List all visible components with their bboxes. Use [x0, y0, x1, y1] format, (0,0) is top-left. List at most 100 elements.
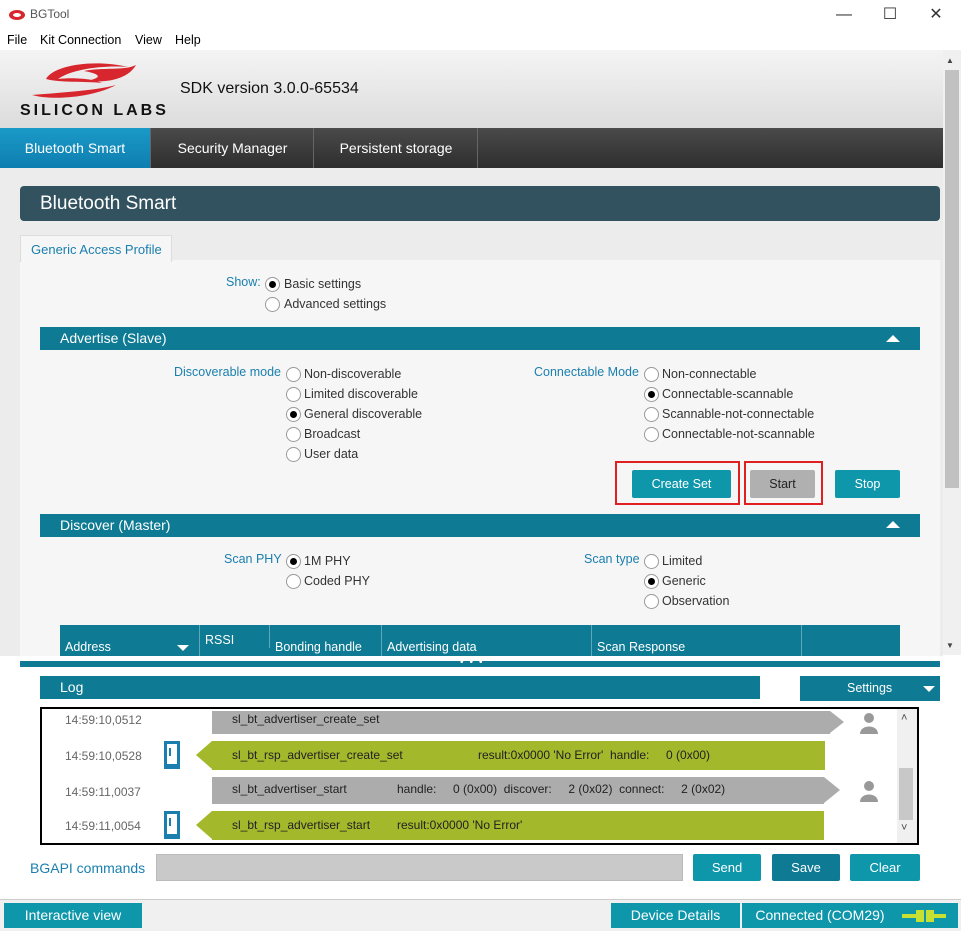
advertise-section-header[interactable]: Advertise (Slave) — [40, 327, 920, 350]
title-bar — [0, 0, 961, 30]
tab-generic-access-profile[interactable]: Generic Access Profile — [20, 235, 172, 262]
minimize-button[interactable]: — — [821, 0, 867, 30]
send-button[interactable]: Send — [693, 854, 761, 881]
radio-limited-discoverable[interactable] — [286, 387, 301, 402]
scroll-up-icon[interactable]: ▲ — [946, 56, 954, 65]
option-coded-phy: Coded PHY — [304, 574, 371, 588]
radio-user-data[interactable] — [286, 447, 301, 462]
column-advertising-data[interactable]: Advertising data — [382, 625, 592, 656]
gap-panel — [20, 260, 940, 656]
tab-persistent-storage[interactable]: Persistent storage — [315, 128, 478, 168]
log-scroll-down-icon[interactable]: ˅ — [901, 822, 907, 834]
close-button[interactable]: ✕ — [913, 0, 959, 30]
column-extra[interactable] — [802, 625, 900, 656]
tab-security-manager[interactable]: Security Manager — [152, 128, 314, 168]
menu-help[interactable]: Help — [175, 33, 201, 47]
connectable-mode-label: Connectable Mode — [534, 365, 639, 379]
log-scrollbar-thumb[interactable] — [899, 768, 913, 820]
option-advanced-settings: Advanced settings — [284, 297, 387, 311]
radio-coded-phy[interactable] — [286, 574, 301, 589]
radio-general-discoverable[interactable] — [286, 407, 301, 422]
log-response-params: result:0x0000 'No Error' handle: 0 (0x00… — [478, 748, 711, 762]
log-header: Log — [40, 676, 760, 699]
radio-1m-phy[interactable] — [286, 554, 301, 569]
log-command-name: sl_bt_advertiser_start — [232, 782, 347, 796]
logo-text: SILICON LABS — [20, 102, 169, 119]
column-rssi[interactable]: RSSI (dBm) — [200, 625, 270, 648]
bgapi-command-input[interactable] — [156, 854, 683, 881]
scrollbar-thumb[interactable] — [945, 70, 959, 488]
log-command-name: sl_bt_advertiser_create_set — [232, 712, 380, 726]
app-icon — [9, 10, 25, 20]
radio-basic-settings[interactable] — [265, 277, 280, 292]
arrow-left-icon — [196, 741, 212, 769]
log-response-name: sl_bt_rsp_advertiser_create_set — [232, 748, 403, 762]
tab-bluetooth-smart[interactable]: Bluetooth Smart — [0, 128, 151, 168]
arrow-left-icon — [196, 811, 212, 839]
radio-generic[interactable] — [644, 574, 659, 589]
option-non-discoverable: Non-discoverable — [304, 367, 402, 381]
show-label: Show: — [226, 275, 261, 289]
stop-button[interactable]: Stop — [835, 470, 900, 498]
log-timestamp: 14:59:11,0054 — [65, 819, 141, 833]
save-button[interactable]: Save — [772, 854, 840, 881]
page-title: Bluetooth Smart — [20, 186, 940, 221]
sort-down-icon[interactable] — [177, 645, 189, 651]
log-scroll-up-icon[interactable]: ˄ — [901, 712, 907, 724]
radio-observation[interactable] — [644, 594, 659, 609]
radio-scannable-not-connectable[interactable] — [644, 407, 659, 422]
radio-connectable-scannable[interactable] — [644, 387, 659, 402]
bgapi-commands-label: BGAPI commands — [30, 860, 146, 876]
log-response-name: sl_bt_rsp_advertiser_start — [232, 818, 371, 832]
splitter-handle-icon[interactable]: ••• — [460, 657, 489, 668]
scan-phy-label: Scan PHY — [224, 552, 282, 566]
option-generic: Generic — [662, 574, 706, 588]
chevron-down-icon[interactable] — [923, 686, 935, 692]
option-1m-phy: 1M PHY — [304, 554, 351, 568]
device-icon — [164, 811, 180, 839]
option-scannable-not-connectable: Scannable-not-connectable — [662, 407, 815, 421]
user-icon — [860, 713, 878, 734]
arrow-right-icon — [824, 777, 840, 803]
log-command-params: handle: 0 (0x00) discover: 2 (0x02) conn… — [397, 782, 726, 796]
interactive-view-button[interactable]: Interactive view — [4, 903, 142, 928]
device-icon — [164, 741, 180, 769]
radio-non-discoverable[interactable] — [286, 367, 301, 382]
radio-connectable-not-scannable[interactable] — [644, 427, 659, 442]
window-title: BGTool — [30, 7, 70, 21]
menu-view[interactable]: View — [135, 33, 162, 47]
option-connectable-not-scannable: Connectable-not-scannable — [662, 427, 815, 441]
log-timestamp: 14:59:11,0037 — [65, 785, 141, 799]
silicon-labs-logo-icon — [32, 63, 136, 98]
column-bonding-handle[interactable]: Bonding handle — [270, 625, 382, 656]
menu-kit-connection[interactable]: Kit Connection — [40, 33, 121, 47]
discoverable-mode-label: Discoverable mode — [174, 365, 281, 379]
collapse-up-icon[interactable] — [886, 521, 900, 528]
device-details-button[interactable]: Device Details — [611, 903, 740, 928]
option-observation: Observation — [662, 594, 730, 608]
plug-connected-icon — [902, 910, 946, 922]
log-settings-button[interactable]: Settings — [800, 676, 940, 701]
create-set-button[interactable]: Create Set — [632, 470, 731, 498]
maximize-button[interactable]: ☐ — [867, 0, 913, 30]
collapse-up-icon[interactable] — [886, 335, 900, 342]
option-broadcast: Broadcast — [304, 427, 361, 441]
menu-file[interactable]: File — [7, 33, 27, 47]
column-address[interactable]: Address — [60, 625, 200, 656]
column-scan-response[interactable]: Scan Response — [592, 625, 802, 656]
start-button[interactable]: Start — [750, 470, 815, 498]
discover-section-header[interactable]: Discover (Master) — [40, 514, 920, 537]
log-timestamp: 14:59:10,0528 — [65, 749, 142, 763]
clear-button[interactable]: Clear — [850, 854, 920, 881]
radio-advanced-settings[interactable] — [265, 297, 280, 312]
radio-limited[interactable] — [644, 554, 659, 569]
user-icon — [860, 781, 878, 802]
scan-type-label: Scan type — [584, 552, 640, 566]
radio-non-connectable[interactable] — [644, 367, 659, 382]
radio-broadcast[interactable] — [286, 427, 301, 442]
option-connectable-scannable: Connectable-scannable — [662, 387, 794, 401]
option-non-connectable: Non-connectable — [662, 367, 757, 381]
option-user-data: User data — [304, 447, 359, 461]
option-general-discoverable: General discoverable — [304, 407, 423, 421]
scroll-down-icon[interactable]: ▼ — [946, 641, 954, 650]
